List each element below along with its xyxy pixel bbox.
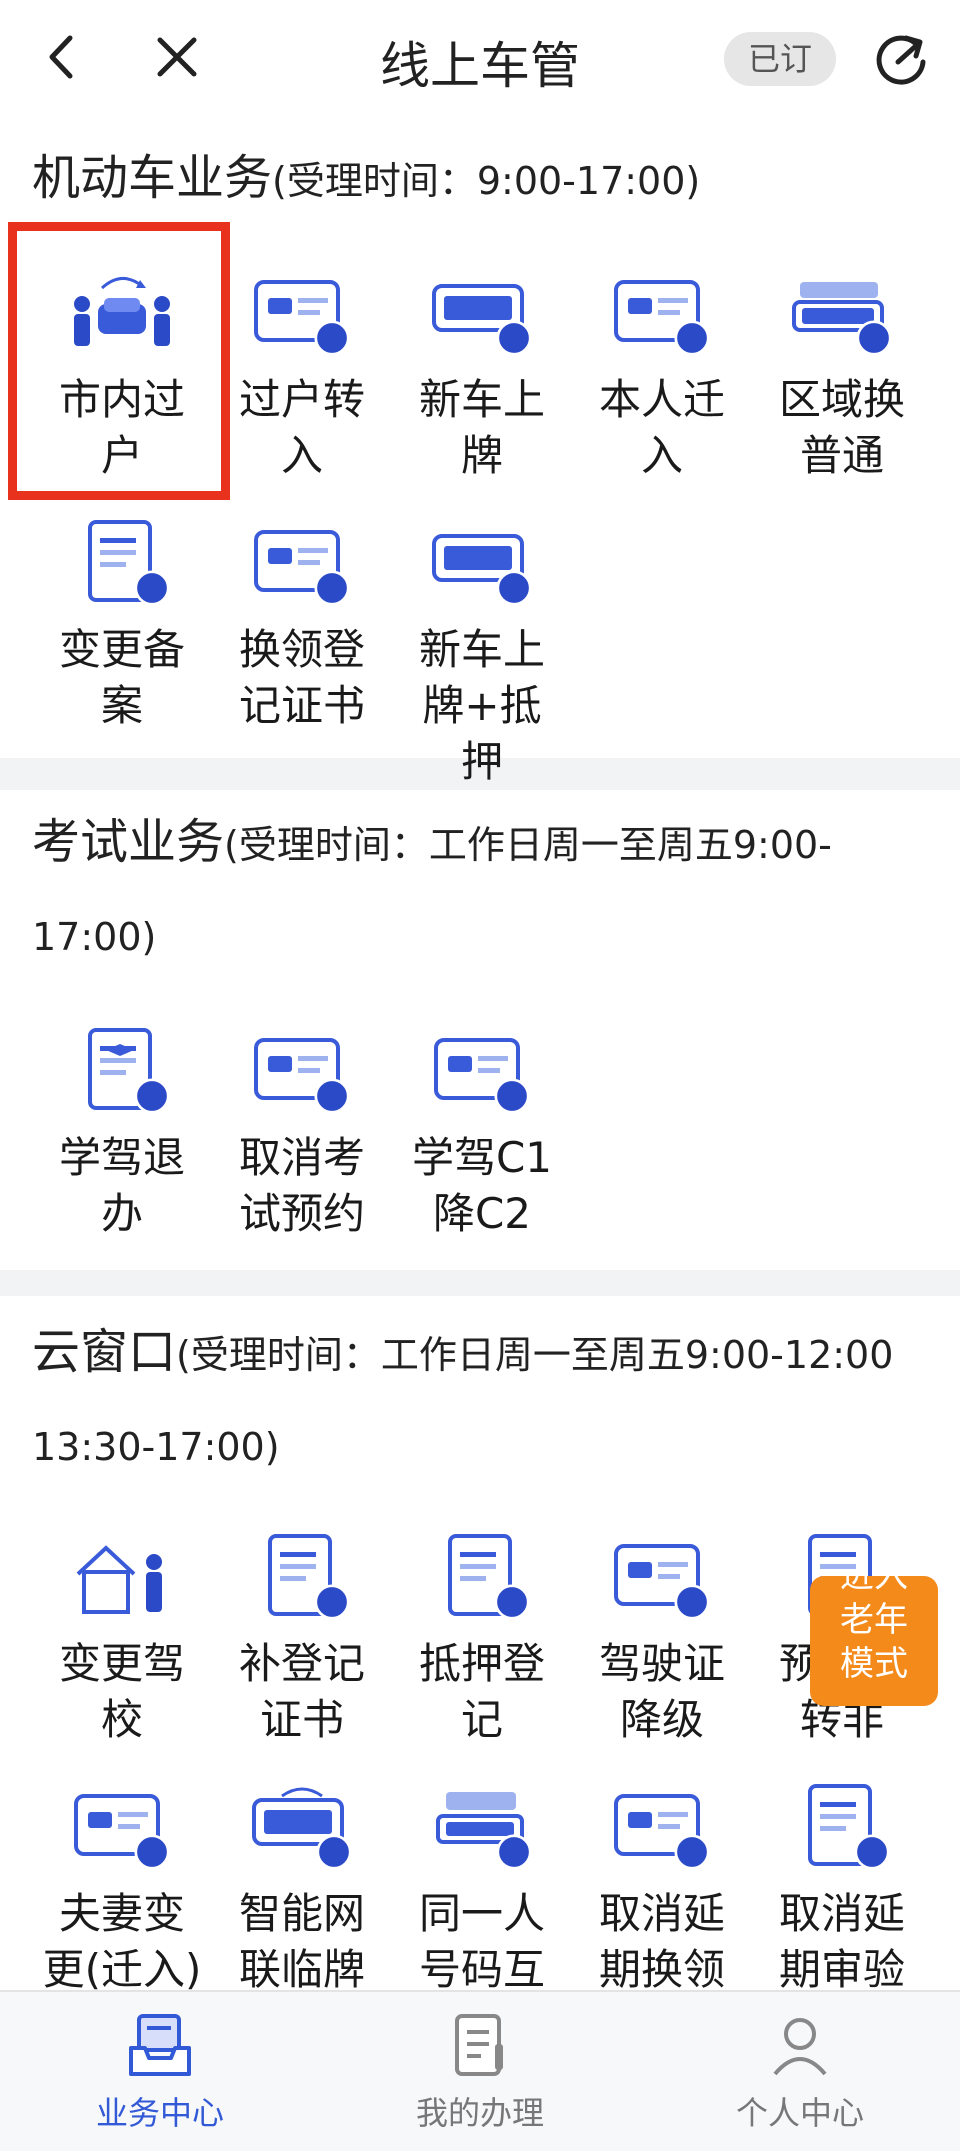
card-cancel-icon (246, 1026, 350, 1114)
top-bar: 线上车管 已订 (0, 0, 960, 118)
tab-personal-center[interactable]: 个人中心 (640, 1992, 960, 2151)
service-item[interactable]: 取消考试预约 (222, 1026, 382, 1242)
service-item[interactable]: 区域换普通 (762, 268, 922, 484)
section-title: 机动车业务(受理时间：9:00-17:00) (32, 150, 701, 206)
doc-refresh-icon (66, 518, 170, 606)
student-cancel-icon (66, 1026, 170, 1114)
license-downgrade-icon (606, 1532, 710, 1620)
cancel-delay-renew-icon (606, 1782, 710, 1870)
number-swap-icon (436, 1792, 532, 1870)
service-item[interactable]: 新车上牌+抵押 (402, 518, 562, 790)
cancel-delay-review-icon (786, 1782, 890, 1870)
plate-new-mortgage-icon (426, 518, 532, 606)
bottom-tab-bar: 业务中心 我的办理 个人中心 (0, 1990, 960, 2151)
cert-swap-icon (246, 518, 350, 606)
section-exam-business: 考试业务(受理时间：工作日周一至周五9:00-17:00) 学驾退办 取消考试预… (0, 790, 960, 1270)
service-item[interactable]: 取消延期换领 (582, 1782, 742, 1990)
service-item[interactable]: 取消延期审验 (762, 1782, 922, 1990)
service-item[interactable]: 同一人号码互换 (402, 1782, 562, 1990)
c1-downgrade-icon (426, 1026, 530, 1114)
service-item[interactable]: 市内过户 (42, 268, 202, 484)
service-item[interactable]: 学驾退办 (42, 1026, 202, 1242)
service-item[interactable]: 智能网联临牌 (222, 1782, 382, 1990)
document-list-icon (455, 2014, 503, 2076)
service-item[interactable]: 过户转入 (222, 268, 382, 484)
school-change-icon (76, 1545, 162, 1614)
service-item[interactable]: 驾驶证降级 (582, 1532, 742, 1748)
tab-business-center[interactable]: 业务中心 (0, 1992, 320, 2151)
elder-mode-button[interactable]: 进入 老年 模式 (810, 1576, 938, 1706)
section-title: 云窗口(受理时间：工作日周一至周五9:00-12:00 13:30-17:00) (32, 1324, 894, 1469)
chevron-left-icon[interactable] (36, 30, 90, 84)
car-people-icon (74, 277, 170, 346)
subscribe-button[interactable]: 已订 (724, 32, 836, 86)
service-item[interactable]: 本人迁入 (582, 268, 742, 484)
plate-swap-icon (792, 282, 892, 356)
service-item[interactable]: 学驾C1降C2 (402, 1026, 562, 1242)
service-item[interactable]: 新车上牌 (402, 268, 562, 484)
tab-my-handling[interactable]: 我的办理 (320, 1992, 640, 2151)
service-item[interactable]: 抵押登记 (402, 1532, 562, 1748)
service-item[interactable]: 变更驾校 (42, 1532, 202, 1748)
service-item[interactable]: 补登记证书 (222, 1532, 382, 1748)
service-item[interactable]: 变更备案 (42, 518, 202, 734)
user-icon (773, 2018, 827, 2076)
doc-mortgage-icon (426, 1532, 530, 1620)
plate-in-icon (246, 268, 350, 356)
refresh-icon[interactable] (870, 28, 932, 90)
inbox-tray-icon (129, 2014, 191, 2076)
close-icon[interactable] (150, 30, 204, 84)
section-title: 考试业务(受理时间：工作日周一至周五9:00-17:00) (32, 814, 832, 959)
section-vehicle-business: 机动车业务(受理时间：9:00-17:00) 市内过户 过户转入 新车上牌 本人… (0, 118, 960, 786)
service-item[interactable]: 换领登记证书 (222, 518, 382, 734)
plate-new-icon (426, 268, 532, 356)
card-person-icon (606, 268, 710, 356)
temp-plate-icon (246, 1787, 352, 1870)
cert-supplement-icon (246, 1532, 350, 1620)
service-item[interactable]: 夫妻变更(迁入) (42, 1782, 202, 1990)
couple-change-icon (66, 1782, 170, 1870)
